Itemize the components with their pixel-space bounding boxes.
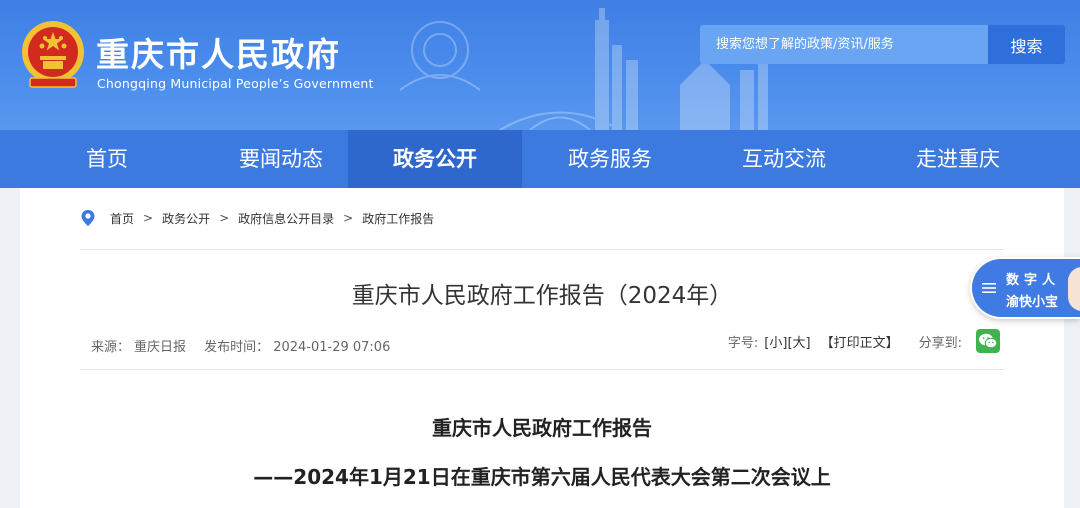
assistant-avatar	[1068, 267, 1080, 311]
breadcrumb-separator: >	[343, 211, 354, 225]
print-button[interactable]: 【打印正文】	[821, 332, 899, 351]
font-small-button[interactable]: [小]	[764, 332, 787, 351]
nav-item-home[interactable]: 首页	[0, 130, 214, 188]
digital-assistant-button[interactable]: 数字人 渝快小宝	[970, 257, 1080, 319]
menu-lines-icon	[982, 283, 996, 293]
search-box: 搜索	[700, 25, 1065, 64]
font-size-label: 字号:	[727, 335, 759, 351]
site-subtitle: Chongqing Municipal People’s Government	[97, 76, 374, 91]
breadcrumb-current[interactable]: 政府工作报告	[362, 210, 434, 227]
search-button[interactable]: 搜索	[988, 25, 1065, 64]
breadcrumb-info-directory[interactable]: 政府信息公开目录	[238, 210, 334, 227]
city-skyline-decoration	[399, 8, 768, 130]
wechat-icon	[979, 333, 998, 349]
nav-item-interaction[interactable]: 互动交流	[698, 130, 870, 188]
main-nav: 首页 要闻动态 政务公开 政务服务 互动交流 走进重庆	[0, 130, 1080, 188]
assistant-title: 数字人	[1006, 273, 1061, 288]
nav-item-news[interactable]: 要闻动态	[214, 130, 348, 188]
breadcrumb-home[interactable]: 首页	[110, 210, 134, 227]
document-heading: 重庆市人民政府工作报告	[432, 416, 652, 440]
font-large-button[interactable]: [大]	[787, 332, 810, 351]
article-tools: 字号: [小] [大] 【打印正文】 分享到:	[728, 329, 1000, 353]
breadcrumb: 首页 > 政务公开 > 政府信息公开目录 > 政府工作报告	[80, 208, 434, 228]
national-emblem-icon	[22, 21, 84, 88]
nav-item-government-affairs[interactable]: 政务公开	[348, 130, 522, 188]
share-label: 分享到:	[918, 335, 962, 351]
publish-label: 发布时间：	[204, 340, 270, 355]
search-input[interactable]	[700, 25, 988, 64]
site-title: 重庆市人民政府	[96, 35, 341, 74]
article-container: 首页 > 政务公开 > 政府信息公开目录 > 政府工作报告 重庆市人民政府工作报…	[20, 188, 1064, 508]
breadcrumb-separator: >	[219, 211, 230, 225]
location-pin-icon	[81, 210, 95, 226]
assistant-name: 渝快小宝	[1006, 295, 1059, 310]
publish-time: 2024-01-29 07:06	[273, 340, 391, 355]
nav-item-government-services[interactable]: 政务服务	[522, 130, 698, 188]
article-title: 重庆市人民政府工作报告（2024年）	[351, 283, 733, 309]
nav-item-about-chongqing[interactable]: 走进重庆	[870, 130, 1046, 188]
document-subheading: ——2024年1月21日在重庆市第六届人民代表大会第二次会议上	[253, 465, 831, 489]
breadcrumb-separator: >	[143, 211, 154, 225]
divider	[80, 369, 1004, 370]
source-label: 来源：	[91, 340, 131, 355]
wechat-share-button[interactable]	[976, 329, 1000, 353]
site-header: 重庆市人民政府 Chongqing Municipal People’s Gov…	[0, 0, 1080, 130]
breadcrumb-government-affairs[interactable]: 政务公开	[162, 210, 210, 227]
source-value: 重庆日报	[134, 340, 187, 355]
divider	[80, 249, 1004, 250]
article-meta: 来源： 重庆日报 发布时间： 2024-01-29 07:06	[91, 336, 394, 355]
